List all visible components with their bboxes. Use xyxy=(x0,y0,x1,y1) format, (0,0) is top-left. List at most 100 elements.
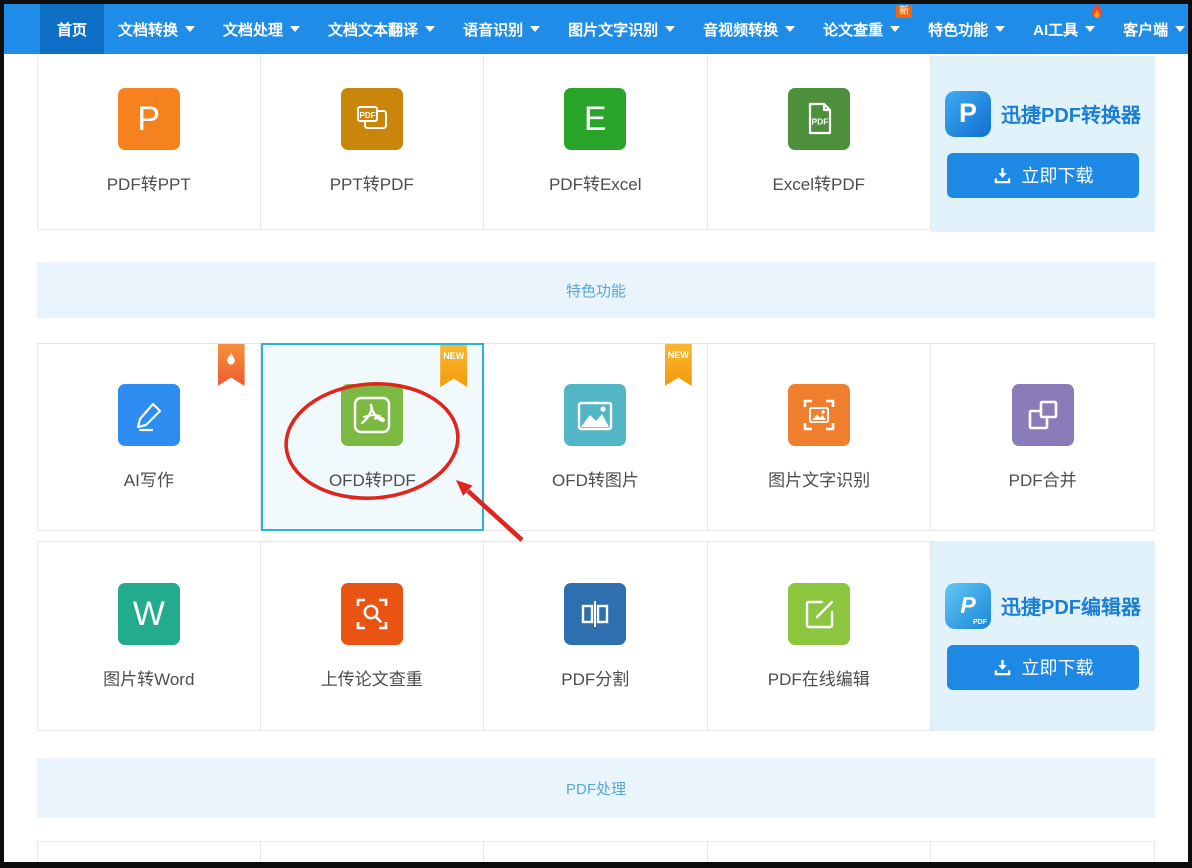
chevron-down-icon xyxy=(1175,26,1186,32)
tile-pdf-to-excel[interactable]: E PDF转Excel xyxy=(484,54,708,230)
nav-item-doc-convert[interactable]: 文档转换 xyxy=(104,4,209,54)
flame-icon xyxy=(227,352,235,365)
tile-pdf-online-edit[interactable]: PDF在线编辑 xyxy=(707,541,931,731)
pdf-online-edit-icon xyxy=(787,582,850,645)
editor-panel-title: 迅捷PDF编辑器 xyxy=(1001,597,1141,619)
download-label: 立即下载 xyxy=(1021,658,1094,678)
tile-letter: W xyxy=(132,594,165,633)
tile-label: Excel转PDF xyxy=(772,175,866,194)
bottom-grid xyxy=(37,841,1155,862)
converter-panel-title: 迅捷PDF转换器 xyxy=(1001,105,1141,127)
banner-label: 特色功能 xyxy=(565,282,626,300)
tile-pdf-merge[interactable]: PDF合并 xyxy=(931,343,1155,531)
tile-excel-to-pdf[interactable]: PDF Excel转PDF xyxy=(707,54,931,230)
chevron-down-icon xyxy=(785,26,796,32)
ribbon-label: NEW xyxy=(667,350,689,360)
flame-icon xyxy=(1092,4,1103,18)
tile-letter: P xyxy=(137,100,161,138)
tile-pdf-to-ppt[interactable]: P PDF转PPT xyxy=(37,54,261,230)
pdf-to-ppt-icon: P xyxy=(117,88,180,150)
tile-ppt-to-pdf[interactable]: PDF PPT转PDF xyxy=(260,54,484,230)
nav-item-label: 文档文本翻译 xyxy=(328,21,419,39)
tile-pdf-split[interactable]: PDF分割 xyxy=(484,541,708,731)
nav-item-client[interactable]: 客户端 xyxy=(1109,4,1188,54)
editor-logo: P PDF xyxy=(945,582,991,629)
tile-cutoff[interactable] xyxy=(260,841,485,862)
nav-item-label: 音视频转换 xyxy=(703,21,779,39)
image-to-word-icon: W xyxy=(117,582,180,645)
download-icon xyxy=(994,167,1010,183)
tile-cutoff[interactable] xyxy=(484,841,708,862)
tile-label: OFD转图片 xyxy=(552,470,639,490)
nav-item-home[interactable]: 首页 xyxy=(40,4,105,54)
converter-grid: P PDF转PPT PDF PPT转PDF E PDF转Excel PDF Ex… xyxy=(37,54,931,230)
nav-item-label: 图片文字识别 xyxy=(568,21,659,39)
editor-download-button[interactable]: 立即下载 xyxy=(947,644,1139,690)
converter-promo-panel: P 迅捷PDF转换器 立即下载 xyxy=(931,56,1155,232)
chevron-down-icon xyxy=(665,26,676,32)
tile-label: 上传论文查重 xyxy=(320,669,423,689)
logo-letter: P xyxy=(960,592,976,618)
tile-label: PDF在线编辑 xyxy=(767,669,870,689)
tile-label: AI写作 xyxy=(123,470,174,490)
logo-sub-label: PDF xyxy=(973,618,987,626)
nav-item-doc-process[interactable]: 文档处理 xyxy=(209,4,314,54)
tile-ofd-to-image[interactable]: NEW OFD转图片 xyxy=(484,343,708,531)
nav-item-label: 客户端 xyxy=(1123,21,1169,39)
tile-upload-paper-check[interactable]: 上传论文查重 xyxy=(260,541,484,731)
chevron-down-icon xyxy=(890,26,901,32)
converter-download-button[interactable]: 立即下载 xyxy=(947,152,1139,198)
tile-cutoff[interactable] xyxy=(707,841,932,862)
nav-item-image-ocr[interactable]: 图片文字识别 xyxy=(554,4,689,54)
image-ocr-icon xyxy=(788,383,851,446)
tile-ofd-to-pdf[interactable]: NEW OFD转PDF xyxy=(260,343,485,531)
logo-letter: P xyxy=(958,98,977,128)
chevron-down-icon xyxy=(1085,26,1096,32)
excel-to-pdf-icon: PDF xyxy=(787,88,850,150)
nav-item-av-convert[interactable]: 音视频转换 xyxy=(689,4,809,54)
tile-image-ocr[interactable]: 图片文字识别 xyxy=(707,343,932,531)
tile-image-to-word[interactable]: W 图片转Word xyxy=(37,541,261,731)
svg-text:PDF: PDF xyxy=(359,111,375,120)
pdf-merge-icon xyxy=(1011,383,1074,446)
tile-cutoff[interactable] xyxy=(931,841,1155,862)
svg-text:PDF: PDF xyxy=(811,117,828,127)
nav-item-ai-tools[interactable]: AI工具 xyxy=(1019,4,1109,54)
chevron-down-icon xyxy=(425,26,436,32)
tools-grid: W 图片转Word 上传论文查重 PDF分割 PDF在线编辑 xyxy=(37,541,931,731)
chevron-down-icon xyxy=(995,26,1006,32)
nav-item-label: 论文查重 xyxy=(823,21,884,39)
nav-item-label: 文档处理 xyxy=(223,21,284,39)
tile-label: 图片转Word xyxy=(103,669,195,689)
tile-letter: E xyxy=(583,100,607,138)
tile-cutoff[interactable] xyxy=(37,841,261,862)
nav-item-label: AI工具 xyxy=(1033,21,1079,39)
pdf-section-banner: PDF处理 xyxy=(37,758,1155,818)
ppt-to-pdf-icon: PDF xyxy=(340,88,403,150)
nav-item-doc-translate[interactable]: 文档文本翻译 xyxy=(314,4,449,54)
feature-section-banner: 特色功能 xyxy=(37,262,1155,318)
nav-item-label: 特色功能 xyxy=(928,21,989,39)
top-navigation: 首页 文档转换 文档处理 文档文本翻译 语音识别 图片文字识别 音视频转换 论文… xyxy=(4,4,1188,54)
tile-label: OFD转PDF xyxy=(328,470,416,490)
pdf-to-excel-icon: E xyxy=(564,88,627,150)
converter-logo: P xyxy=(945,90,991,137)
nav-item-label: 首页 xyxy=(57,21,88,39)
nav-item-label: 文档转换 xyxy=(118,21,179,39)
chevron-down-icon xyxy=(185,26,196,32)
banner-label: PDF处理 xyxy=(565,780,626,798)
new-ribbon: NEW xyxy=(440,345,468,387)
download-label: 立即下载 xyxy=(1021,166,1094,186)
tile-label: PPT转PDF xyxy=(329,175,414,194)
nav-item-special-features[interactable]: 特色功能 xyxy=(914,4,1019,54)
ai-writing-icon xyxy=(117,383,180,446)
editor-promo-panel: P PDF 迅捷PDF编辑器 立即下载 xyxy=(931,541,1155,731)
ofd-to-image-icon xyxy=(564,383,627,446)
nav-item-speech-recognition[interactable]: 语音识别 xyxy=(449,4,554,54)
ribbon-label: NEW xyxy=(443,351,465,361)
paper-check-icon xyxy=(340,582,403,645)
chevron-down-icon xyxy=(530,26,541,32)
tile-ai-writing[interactable]: AI写作 xyxy=(37,343,261,531)
nav-item-paper-check[interactable]: 论文查重 新 xyxy=(809,4,914,54)
tile-label: PDF合并 xyxy=(1008,470,1077,490)
